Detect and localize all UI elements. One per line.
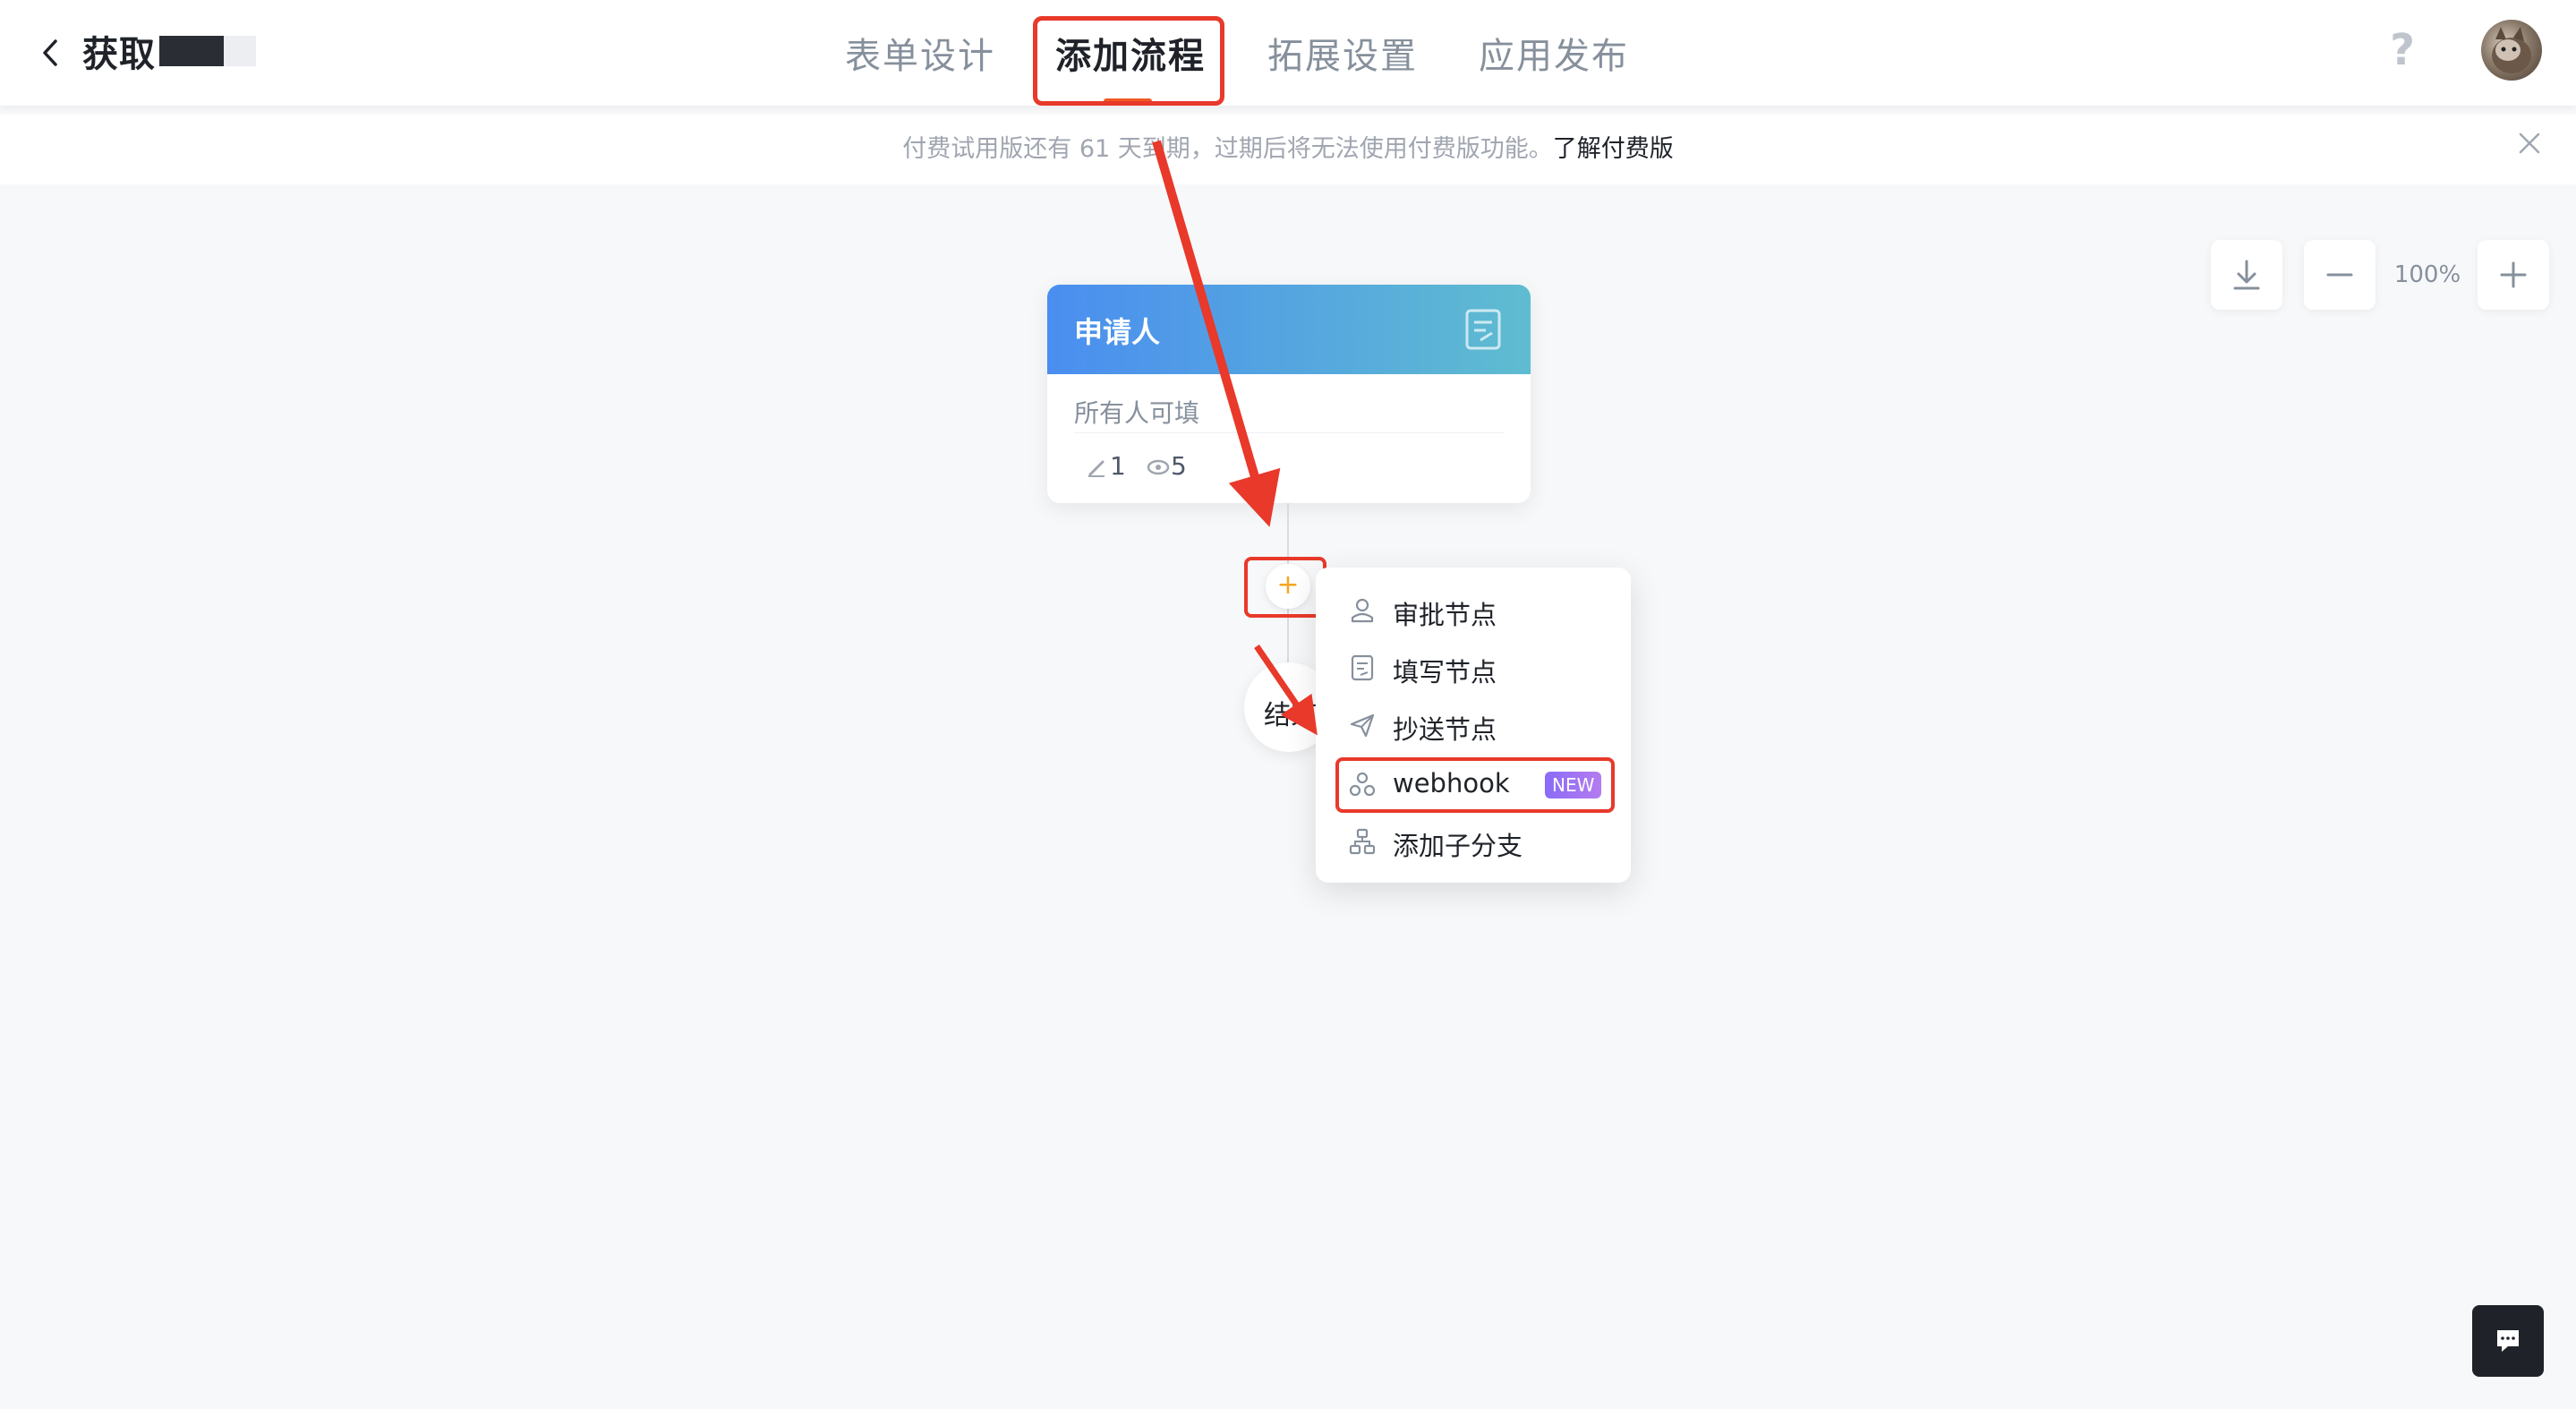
user-avatar[interactable] [2481,20,2542,81]
menu-item-cc-node[interactable]: 抄送节点 [1316,698,1631,752]
menu-item-label: 添加子分支 [1393,831,1523,861]
add-node-menu: 审批节点 填写节点 抄送节点 webhook NEW 添加子分支 [1316,568,1631,883]
back-chevron-icon[interactable] [32,30,68,75]
download-icon [2233,260,2260,290]
learn-paid-link[interactable]: 了解付费版 [1553,135,1674,163]
top-header: 获取 表单设计 添加流程 拓展设置 应用发布 ? [0,0,2576,106]
help-icon[interactable]: ? [2384,27,2420,73]
applicant-node-card[interactable]: 申请人 所有人可填 1 5 [1047,285,1531,503]
chat-support-button[interactable] [2472,1305,2544,1377]
annotation-highlight-add [1244,557,1326,618]
send-icon [1350,713,1375,738]
trial-banner: 付费试用版还有 61 天到期，过期后将无法使用付费版功能。了解付费版 [0,115,2576,184]
annotation-highlight-tab [1033,16,1224,106]
annotation-highlight-webhook [1335,757,1615,813]
pencil-icon [1088,460,1105,477]
zoom-out-button[interactable] [2304,240,2376,310]
node-subtitle: 所有人可填 [1074,398,1200,428]
edit-count: 1 [1085,451,1126,481]
node-divider [1074,432,1504,433]
eye-icon [1147,459,1170,475]
chat-icon [2497,1330,2519,1352]
app-title: 获取 [82,34,156,75]
menu-item-fill-node[interactable]: 填写节点 [1316,641,1631,695]
tab-extend-settings[interactable]: 拓展设置 [1267,27,1418,79]
close-icon[interactable] [2515,129,2544,158]
approver-icon [1351,598,1374,623]
tab-form-design[interactable]: 表单设计 [845,27,995,79]
form-edit-icon [1465,309,1501,350]
end-node-label: 结束 [1264,700,1318,731]
node-title: 申请人 [1074,315,1161,349]
menu-item-add-branch[interactable]: 添加子分支 [1316,815,1631,868]
edit-count-value: 1 [1110,451,1126,481]
trial-banner-text: 付费试用版还有 61 天到期，过期后将无法使用付费版功能。 [902,135,1553,163]
redacted-title-block [159,36,224,66]
menu-item-label: 审批节点 [1393,600,1497,630]
menu-item-label: 填写节点 [1393,657,1497,687]
minus-icon [2326,273,2353,277]
redacted-title-block-light [224,36,256,66]
view-count: 5 [1146,451,1187,481]
menu-item-label: 抄送节点 [1393,714,1497,745]
download-button[interactable] [2211,240,2282,310]
zoom-in-button[interactable] [2478,240,2549,310]
zoom-level: 100% [2393,261,2461,288]
plus-icon [2500,261,2527,288]
tab-app-publish[interactable]: 应用发布 [1479,27,1629,79]
avatar-cat-image [2492,27,2531,73]
form-icon [1351,654,1374,681]
menu-item-approval-node[interactable]: 审批节点 [1316,584,1631,637]
applicant-node-header: 申请人 [1047,285,1531,374]
view-count-value: 5 [1171,451,1187,481]
branch-icon [1349,828,1376,855]
